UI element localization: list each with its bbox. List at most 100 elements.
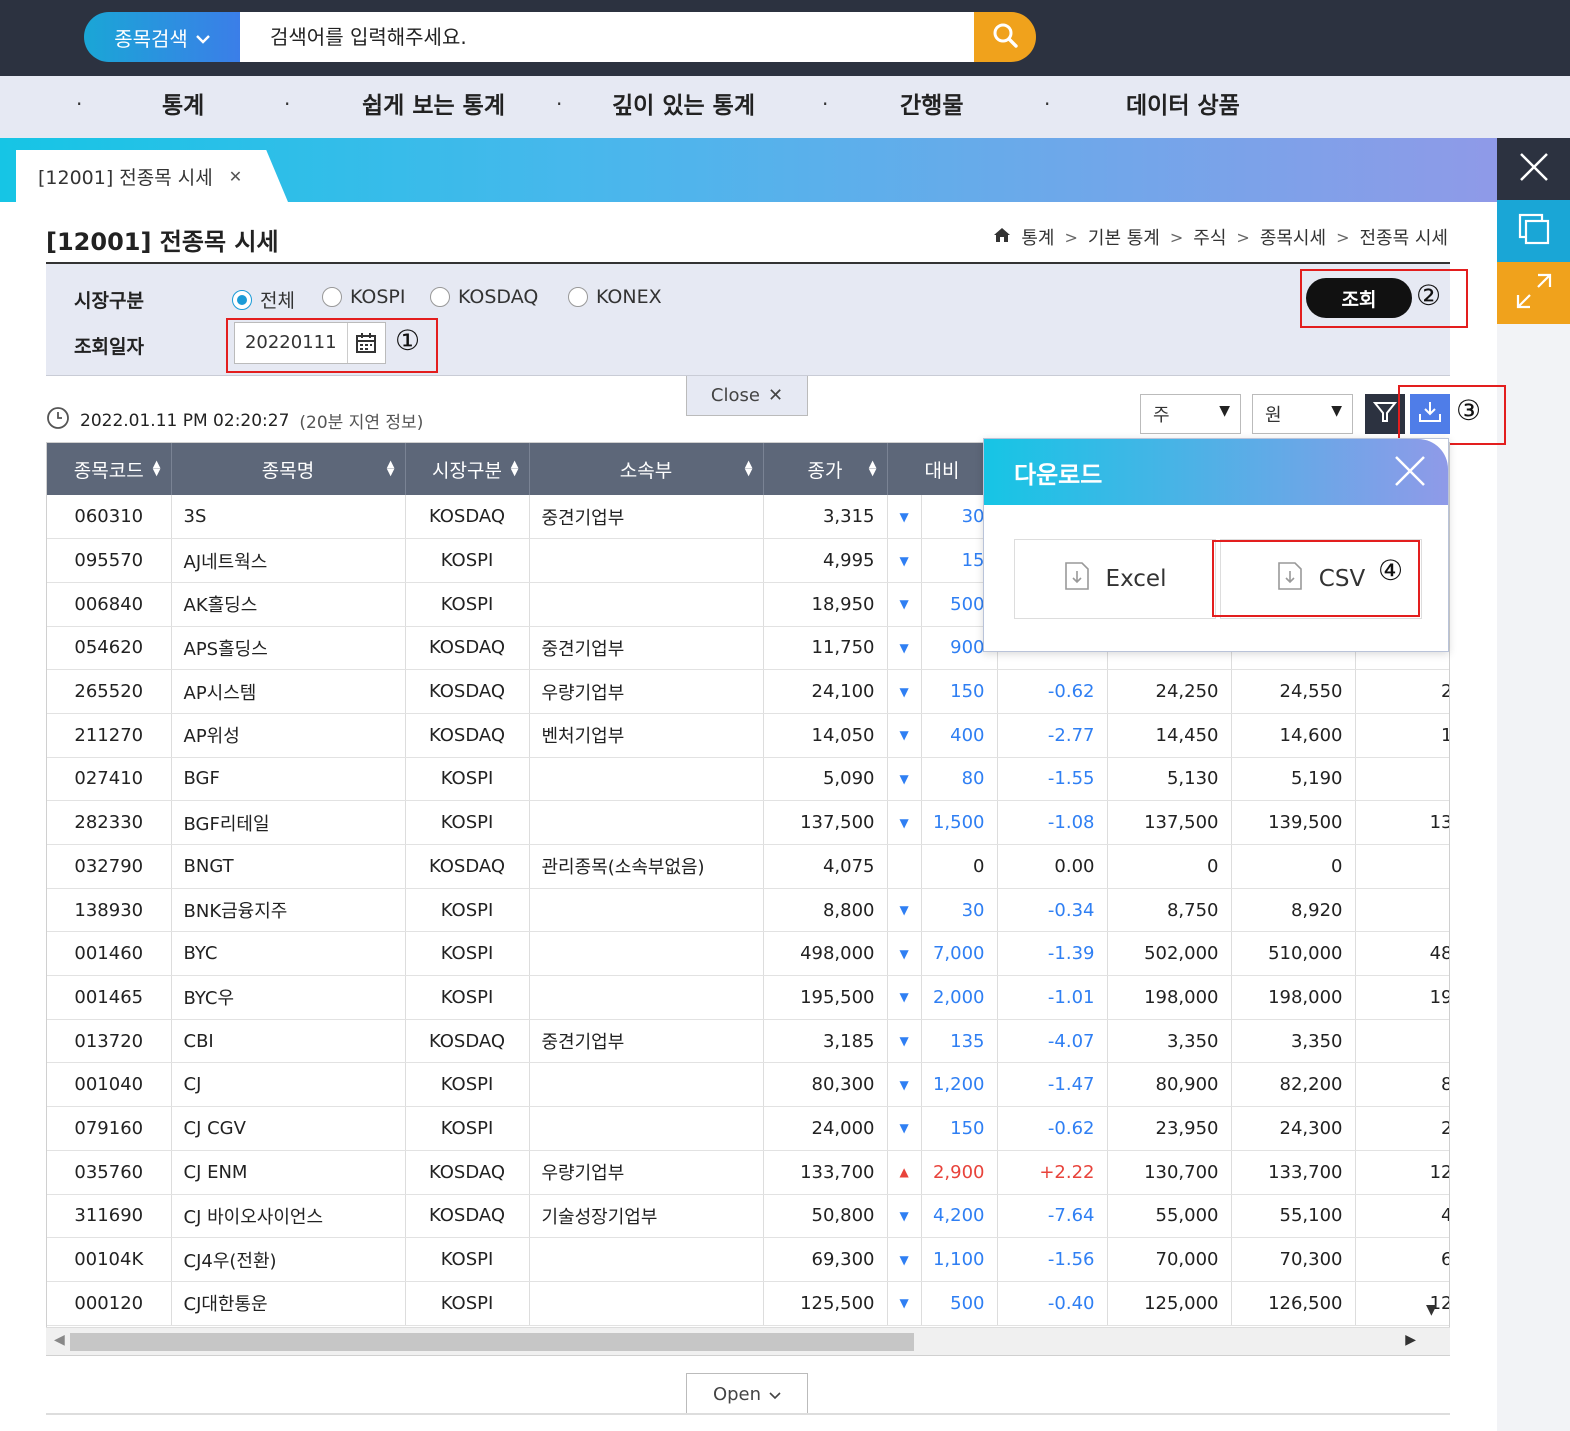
breadcrumb-item[interactable]: 주식 — [1193, 224, 1226, 250]
column-header-department[interactable]: 소속부 ▲ ▼ — [529, 443, 764, 495]
cell-market: KOSPI — [405, 757, 530, 802]
horizontal-scrollbar[interactable]: ◀ ▶ — [46, 1327, 1450, 1355]
tab-12001[interactable]: [12001] 전종목 시세 ✕ — [16, 150, 288, 202]
cell-low: 12 — [1355, 1150, 1449, 1195]
table-row[interactable]: 001040 CJ KOSPI 80,300 ▼ 1,200 -1.47 80,900 82,2… — [47, 1062, 1449, 1108]
cell-close: 80,300 — [763, 1062, 888, 1108]
nav-item-statistics[interactable]: 통계 — [162, 76, 204, 138]
cell-close: 8,800 — [763, 888, 888, 933]
chevron-down-icon — [195, 25, 210, 49]
cell-high: 14,600 — [1231, 713, 1356, 758]
radio-kosdaq[interactable]: KOSDAQ — [430, 286, 538, 308]
cell-code: 035760 — [47, 1150, 172, 1195]
cell-low: 8 — [1355, 1062, 1449, 1108]
cell-change: 400 — [921, 713, 998, 758]
table-row[interactable]: 138930 BNK금융지주 KOSPI 8,800 ▼ 30 -0.34 8,750 8,92… — [47, 888, 1449, 933]
radio-kospi[interactable]: KOSPI — [322, 286, 406, 308]
cell-name: 3S — [171, 495, 406, 540]
cell-department — [529, 1106, 764, 1151]
cell-close: 5,090 — [763, 757, 888, 802]
nav-item-easy-statistics[interactable]: 쉽게 보는 통계 — [362, 76, 505, 138]
table-row[interactable]: 000120 CJ대한통운 KOSPI 125,500 ▼ 500 -0.40 125,000… — [47, 1281, 1449, 1326]
expand-filter-button[interactable]: Open — [686, 1373, 808, 1415]
open-label: Open — [712, 1384, 762, 1405]
radio-checked-icon — [232, 289, 252, 310]
excel-download-button[interactable]: Excel — [1014, 539, 1216, 619]
cell-close: 50,800 — [763, 1194, 888, 1239]
table-row[interactable]: 00104K CJ4우(전환) KOSPI 69,300 ▼ 1,100 -1.56 70,0… — [47, 1237, 1449, 1282]
radio-konex[interactable]: KONEX — [568, 286, 662, 308]
nav-item-deep-statistics[interactable]: 깊이 있는 통계 — [612, 76, 755, 138]
column-header-name[interactable]: 종목명 ▲ ▼ — [171, 443, 406, 495]
home-icon[interactable] — [993, 227, 1011, 248]
breadcrumb-item[interactable]: 전종목 시세 — [1359, 224, 1448, 250]
search-input[interactable] — [240, 12, 974, 62]
cell-department — [529, 1281, 764, 1326]
copy-window-button[interactable] — [1497, 200, 1570, 262]
cell-open: 3,350 — [1107, 1019, 1232, 1064]
table-row[interactable]: 282330 BGF리테일 KOSPI 137,500 ▼ 1,500 -1.08 137,5… — [47, 800, 1449, 845]
table-row[interactable]: 032790 BNGT KOSDAQ 관리종목(소속부없음) 4,075 0 0.00 0 0 — [47, 844, 1449, 889]
table-row[interactable]: 027410 BGF KOSPI 5,090 ▼ 80 -1.55 5,130 5,190 — [47, 757, 1449, 802]
table-row[interactable]: 001465 BYC우 KOSPI 195,500 ▼ 2,000 -1.01 198,000… — [47, 975, 1449, 1020]
cell-close: 11,750 — [763, 626, 888, 671]
table-row[interactable]: 035760 CJ ENM KOSDAQ 우량기업부 133,700 ▲ 2,900 +2.2… — [47, 1150, 1449, 1195]
popup-title: 다운로드 — [1014, 460, 1103, 489]
column-header-close[interactable]: 종가 ▲ ▼ — [763, 443, 888, 495]
cell-change: 0 — [921, 844, 998, 889]
search-icon — [991, 21, 1019, 53]
table-row[interactable]: 001460 BYC KOSPI 498,000 ▼ 7,000 -1.39 502,000 5… — [47, 931, 1449, 977]
scrollbar-thumb[interactable] — [70, 1333, 914, 1351]
scroll-left-icon[interactable]: ◀ — [54, 1332, 65, 1348]
cell-close: 125,500 — [763, 1281, 888, 1326]
table-row[interactable]: 265520 AP시스템 KOSDAQ 우량기업부 24,100 ▼ 150 -0.62 24,… — [47, 669, 1449, 714]
close-all-button[interactable] — [1497, 138, 1570, 200]
top-bar: 종목검색 — [0, 0, 1570, 76]
currency-unit-value: 원 — [1265, 405, 1282, 426]
table-row[interactable]: 079160 CJ CGV KOSPI 24,000 ▼ 150 -0.62 23,950 24… — [47, 1106, 1449, 1151]
close-icon: ✕ — [767, 385, 784, 406]
sort-icon: ▲ ▼ — [868, 459, 877, 478]
sort-icon: ▲ ▼ — [744, 459, 753, 478]
cell-code: 006840 — [47, 582, 172, 627]
arrow-up-icon: ▲ — [887, 1150, 922, 1195]
cell-open: 55,000 — [1107, 1194, 1232, 1239]
scroll-right-icon[interactable]: ▶ — [1405, 1332, 1416, 1348]
cell-market: KOSDAQ — [405, 626, 530, 671]
column-header-change[interactable]: 대비 — [887, 443, 998, 495]
chevron-right-icon: > — [1336, 227, 1350, 247]
breadcrumb-item[interactable]: 통계 — [1021, 224, 1054, 250]
table-row[interactable]: 211270 AP위성 KOSDAQ 벤처기업부 14,050 ▼ 400 -2.77 14,4… — [47, 713, 1449, 758]
cell-close: 4,995 — [763, 538, 888, 583]
sort-icon: ▲ ▼ — [386, 459, 395, 478]
expand-button[interactable] — [1497, 262, 1570, 324]
table-row[interactable]: 013720 CBI KOSDAQ 중견기업부 3,185 ▼ 135 -4.07 3,350 3… — [47, 1019, 1449, 1064]
close-icon[interactable]: ✕ — [229, 167, 242, 186]
cell-name: CBI — [171, 1019, 406, 1064]
cell-close: 195,500 — [763, 975, 888, 1020]
scroll-down-icon[interactable]: ▼ — [1426, 1302, 1437, 1318]
cell-code: 013720 — [47, 1019, 172, 1064]
arrow-down-icon: ▼ — [887, 669, 922, 714]
nav-item-data-products[interactable]: 데이터 상품 — [1126, 76, 1240, 138]
currency-unit-select[interactable]: 원 ▼ — [1252, 394, 1353, 434]
column-header-code[interactable]: 종목코드 ▲ ▼ — [47, 443, 172, 495]
breadcrumb-item[interactable]: 종목시세 — [1260, 224, 1326, 250]
arrow-down-icon: ▼ — [887, 538, 922, 583]
share-unit-select[interactable]: 주 ▼ — [1140, 394, 1241, 434]
cell-change: 7,000 — [921, 931, 998, 977]
search-button[interactable] — [974, 12, 1036, 62]
column-header-market[interactable]: 시장구분 ▲ ▼ — [405, 443, 530, 495]
cell-name: AP위성 — [171, 713, 406, 758]
collapse-filter-button[interactable]: Close ✕ — [686, 376, 808, 416]
table-row[interactable]: 311690 CJ 바이오사이언스 KOSDAQ 기술성장기업부 50,800 ▼ 4,20… — [47, 1194, 1449, 1239]
annotation-number-2: ② — [1416, 279, 1442, 312]
radio-all[interactable]: 전체 — [232, 286, 295, 313]
cell-name: BYC우 — [171, 975, 406, 1020]
nav-item-publications[interactable]: 간행물 — [900, 76, 963, 138]
close-icon[interactable] — [1392, 453, 1428, 489]
cell-code: 032790 — [47, 844, 172, 889]
breadcrumb-item[interactable]: 기본 통계 — [1088, 224, 1160, 250]
header-label: 소속부 — [619, 459, 673, 482]
search-category-select[interactable]: 종목검색 — [84, 12, 240, 62]
